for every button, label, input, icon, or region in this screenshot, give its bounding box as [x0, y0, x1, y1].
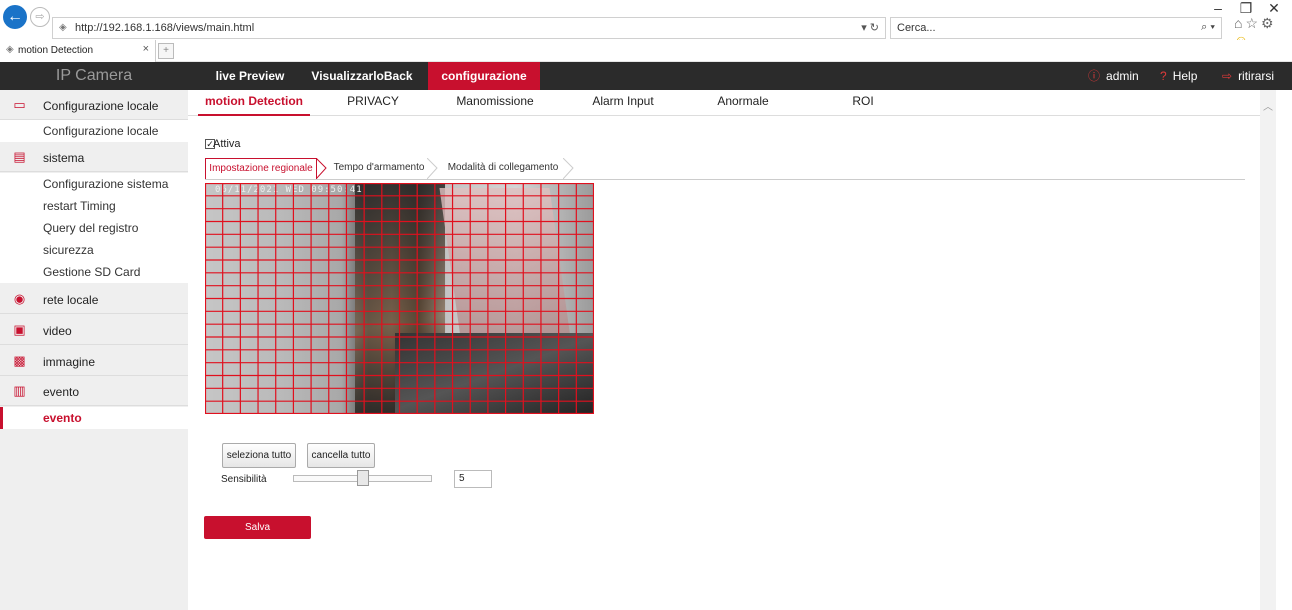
- sidebar-item-evento[interactable]: evento: [0, 407, 188, 429]
- image-icon: ▩: [13, 353, 26, 368]
- logout-icon: ⇨: [1222, 69, 1233, 83]
- sidebar-group-label: Configurazione locale: [43, 99, 159, 113]
- sidebar-item-label: sicurezza: [43, 243, 94, 257]
- help-icon: ?: [1160, 69, 1167, 83]
- tab-alarm-input[interactable]: Alarm Input: [583, 90, 663, 116]
- event-icon: ▥: [13, 383, 26, 398]
- tab-privacy[interactable]: PRIVACY: [333, 90, 413, 116]
- sidebar-item-log-query[interactable]: Query del registro: [0, 217, 188, 239]
- system-icon: ▤: [13, 149, 26, 164]
- sub-tab-bar: Impostazione regionale Tempo d'armamento…: [205, 158, 1245, 180]
- tab-manomissione[interactable]: Manomissione: [450, 90, 540, 116]
- monitor-icon: ▭: [13, 97, 26, 112]
- vertical-scrollbar[interactable]: ︿: [1260, 90, 1276, 610]
- menu-live-preview[interactable]: live Preview: [202, 62, 298, 90]
- sidebar-group-label: sistema: [43, 151, 85, 165]
- sidebar-item-restart-timing[interactable]: restart Timing: [0, 195, 188, 217]
- sidebar-item-label: Configurazione sistema: [43, 177, 169, 191]
- user-menu[interactable]: ⓘ admin: [1088, 62, 1139, 90]
- sidebar-item-local-config[interactable]: Configurazione locale: [0, 120, 188, 142]
- sidebar-item-label: Gestione SD Card: [43, 265, 141, 279]
- minimize-icon[interactable]: –: [1206, 0, 1230, 16]
- sidebar-item-sd-card[interactable]: Gestione SD Card: [0, 261, 188, 283]
- detection-grid[interactable]: [205, 183, 594, 414]
- tab-anormale[interactable]: Anormale: [708, 90, 778, 116]
- user-icon: ⓘ: [1088, 69, 1101, 83]
- menu-playback[interactable]: VisualizzarloBack: [302, 62, 422, 90]
- tab-title: motion Detection: [18, 45, 94, 56]
- page-icon: ◈: [6, 44, 14, 55]
- subtab-region-settings[interactable]: Impostazione regionale: [205, 158, 317, 179]
- page-icon: ◈: [59, 22, 67, 33]
- sidebar-item-label: restart Timing: [43, 199, 116, 213]
- main-tab-bar: motion Detection PRIVACY Manomissione Al…: [188, 90, 1260, 116]
- sensitivity-label: Sensibilità: [221, 474, 267, 485]
- save-button[interactable]: Salva: [204, 516, 311, 539]
- address-bar[interactable]: ◈ http://192.168.1.168/views/main.html ▾…: [52, 17, 886, 39]
- breadcrumb-chevron-icon: [316, 158, 327, 179]
- subtab-linkage-mode[interactable]: Modalità di collegamento: [441, 158, 565, 179]
- browser-tab[interactable]: ◈ motion Detection ×: [0, 40, 156, 62]
- app-logo: IP Camera: [55, 67, 133, 84]
- sidebar-group-sistema[interactable]: ▤ sistema: [0, 142, 188, 172]
- sensitivity-slider-thumb[interactable]: [356, 470, 369, 486]
- breadcrumb-chevron-icon: [563, 158, 574, 179]
- sidebar-group-label: evento: [43, 385, 80, 399]
- help-label: Help: [1172, 69, 1198, 83]
- search-icon[interactable]: ⌕ ▾: [1201, 21, 1215, 34]
- tab-roi[interactable]: ROI: [843, 90, 883, 116]
- user-name: admin: [1106, 69, 1139, 83]
- sidebar-item-label: Configurazione locale: [43, 124, 159, 138]
- sidebar-group-image[interactable]: ▩ immagine: [0, 346, 188, 376]
- forward-arrow-icon[interactable]: ⇨: [30, 7, 50, 27]
- video-icon: ▣: [13, 322, 26, 337]
- back-arrow-icon[interactable]: ←: [3, 5, 27, 29]
- browser-toolbar: ← ⇨ ◈ http://192.168.1.168/views/main.ht…: [0, 0, 1292, 48]
- app-header: IP Camera live Preview VisualizzarloBack…: [0, 62, 1292, 90]
- sidebar-item-label: Query del registro: [43, 221, 139, 235]
- new-tab-icon[interactable]: +: [158, 43, 174, 59]
- close-tab-icon[interactable]: ×: [143, 43, 149, 55]
- search-placeholder: Cerca...: [897, 22, 936, 34]
- sidebar-group-local-config[interactable]: ▭ Configurazione locale: [0, 90, 188, 120]
- sidebar-item-security[interactable]: sicurezza: [0, 239, 188, 261]
- tab-motion-detection[interactable]: motion Detection: [198, 90, 310, 116]
- clear-all-button[interactable]: cancella tutto: [307, 443, 375, 468]
- browser-search-input[interactable]: Cerca... ⌕ ▾: [890, 17, 1222, 39]
- browser-tab-strip: ◈ motion Detection × +: [0, 40, 1292, 62]
- refresh-icon[interactable]: ▾ ↻: [861, 21, 879, 34]
- sidebar-group-label: immagine: [43, 355, 96, 369]
- breadcrumb-chevron-icon: [427, 158, 438, 179]
- menu-configurazione[interactable]: configurazione: [428, 62, 540, 90]
- sidebar-group-network[interactable]: ◉ rete locale: [0, 284, 188, 314]
- network-icon: ◉: [13, 291, 26, 306]
- logout-link[interactable]: ⇨ ritirarsi: [1222, 62, 1274, 90]
- sidebar-group-event[interactable]: ▥ evento: [0, 376, 188, 406]
- select-all-button[interactable]: seleziona tutto: [222, 443, 296, 468]
- sidebar-group-video[interactable]: ▣ video: [0, 315, 188, 345]
- sidebar-item-system-config[interactable]: Configurazione sistema: [0, 173, 188, 195]
- enable-label: Attiva: [213, 138, 241, 150]
- sensitivity-value-input[interactable]: 5: [454, 470, 492, 488]
- logout-label: ritirarsi: [1238, 69, 1275, 83]
- subtab-arming-time[interactable]: Tempo d'armamento: [331, 158, 427, 179]
- sidebar-group-label: rete locale: [43, 293, 99, 307]
- scroll-up-icon[interactable]: ︿: [1263, 98, 1273, 113]
- sidebar-item-label: evento: [43, 411, 82, 425]
- url-text[interactable]: http://192.168.1.168/views/main.html: [75, 22, 254, 34]
- sidebar: ▭ Configurazione locale Configurazione l…: [0, 90, 188, 610]
- motion-grid-video[interactable]: 06/11/2021 WED 09:50:41: [205, 183, 594, 414]
- sidebar-group-label: video: [43, 324, 72, 338]
- help-link[interactable]: ? Help: [1160, 62, 1197, 90]
